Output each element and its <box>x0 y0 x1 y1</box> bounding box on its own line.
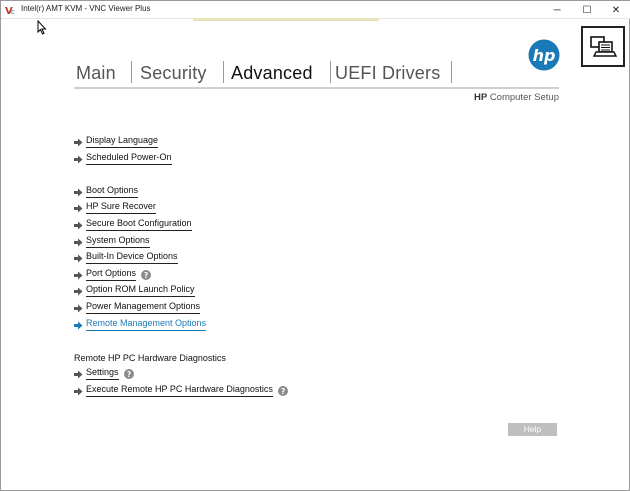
arrow-right-icon <box>74 188 83 197</box>
arrow-right-icon <box>74 204 83 213</box>
tab-divider <box>451 61 452 83</box>
tab-main[interactable]: Main <box>76 63 116 85</box>
svg-text:?: ? <box>144 271 148 280</box>
menu-item-label: Execute Remote HP PC Hardware Diagnostic… <box>86 384 273 397</box>
maximize-button[interactable]: ☐ <box>572 1 602 19</box>
menu-item-remote-management-options[interactable]: Remote Management Options <box>74 318 207 332</box>
arrow-right-icon <box>74 155 83 164</box>
menu-item-power-management-options[interactable]: Power Management Options <box>74 301 201 315</box>
remote-session-button[interactable] <box>581 26 625 67</box>
arrow-right-icon <box>74 370 83 379</box>
menu-item-option-rom-launch-policy[interactable]: Option ROM Launch Policy <box>74 284 195 298</box>
close-icon: ✕ <box>611 4 621 16</box>
subtitle-brand: HP <box>473 92 488 103</box>
tab-uefi-drivers[interactable]: UEFI Drivers <box>335 63 440 85</box>
tab-bar: Main Security Advanced UEFI Drivers <box>74 61 559 89</box>
tab-divider <box>131 61 132 83</box>
svg-text:c: c <box>11 8 15 16</box>
arrow-right-icon <box>74 304 83 313</box>
arrow-right-icon <box>74 271 83 280</box>
window-title: Intel(r) AMT KVM - VNC Viewer Plus <box>21 4 151 13</box>
maximize-icon: ☐ <box>582 4 592 16</box>
close-button[interactable]: ✕ <box>601 1 630 19</box>
menu-item-display-language[interactable]: Display Language <box>74 135 159 149</box>
help-question-icon[interactable]: ? <box>123 369 134 379</box>
help-button[interactable]: Help <box>508 423 557 436</box>
title-bar: V c Intel(r) AMT KVM - VNC Viewer Plus ─… <box>1 1 630 19</box>
menu-item-port-options[interactable]: Port Options ? <box>74 268 152 282</box>
menu-item-label: Remote Management Options <box>86 318 207 331</box>
menu-item-label: Option ROM Launch Policy <box>86 284 195 297</box>
menu-item-label: Power Management Options <box>86 301 201 314</box>
menu-item-secure-boot-configuration[interactable]: Secure Boot Configuration <box>74 218 192 232</box>
section-heading-remote-diagnostics: Remote HP PC Hardware Diagnostics <box>74 353 226 363</box>
minimize-icon: ─ <box>553 4 561 16</box>
svg-text:?: ? <box>281 387 285 396</box>
menu-item-label: HP Sure Recover <box>86 201 156 214</box>
menu-item-boot-options[interactable]: Boot Options <box>74 185 139 199</box>
svg-text:?: ? <box>126 370 130 379</box>
tab-divider <box>330 61 331 83</box>
arrow-right-icon <box>74 254 83 263</box>
arrow-right-icon <box>74 221 83 230</box>
menu-item-built-in-device-options[interactable]: Built-In Device Options <box>74 251 178 265</box>
menu-item-execute-remote-diagnostics[interactable]: Execute Remote HP PC Hardware Diagnostic… <box>74 384 288 398</box>
vnc-app-icon: V c <box>5 4 17 16</box>
help-question-icon[interactable]: ? <box>277 386 288 396</box>
menu-item-label: Scheduled Power-On <box>86 152 172 165</box>
app-subtitle: HP Computer Setup <box>471 92 559 103</box>
arrow-right-icon <box>74 238 83 247</box>
menu-item-label: Secure Boot Configuration <box>86 218 192 231</box>
help-question-icon[interactable]: ? <box>141 270 152 280</box>
menu-item-label: Settings <box>86 367 119 380</box>
menu-item-label: Boot Options <box>86 185 139 198</box>
remote-computers-icon <box>590 35 618 57</box>
vnc-window: V c Intel(r) AMT KVM - VNC Viewer Plus ─… <box>0 0 630 491</box>
arrow-right-icon <box>74 321 83 330</box>
tab-divider <box>223 61 224 83</box>
menu-item-settings[interactable]: Settings ? <box>74 367 134 381</box>
arrow-right-icon <box>74 387 83 396</box>
tab-advanced[interactable]: Advanced <box>231 63 313 85</box>
mouse-cursor-icon <box>37 20 47 35</box>
minimize-button[interactable]: ─ <box>542 1 572 19</box>
menu-item-label: System Options <box>86 235 150 248</box>
subtitle-text: Computer Setup <box>489 92 559 103</box>
vnc-toolbar-handle[interactable] <box>193 18 379 21</box>
menu-item-label: Display Language <box>86 135 159 148</box>
menu-item-label: Port Options <box>86 268 137 281</box>
arrow-right-icon <box>74 287 83 296</box>
arrow-right-icon <box>74 138 83 147</box>
menu-item-label: Built-In Device Options <box>86 251 178 264</box>
menu-item-scheduled-power-on[interactable]: Scheduled Power-On <box>74 152 172 166</box>
menu-item-system-options[interactable]: System Options <box>74 235 150 249</box>
menu-item-hp-sure-recover[interactable]: HP Sure Recover <box>74 201 156 215</box>
tab-security[interactable]: Security <box>140 63 207 85</box>
